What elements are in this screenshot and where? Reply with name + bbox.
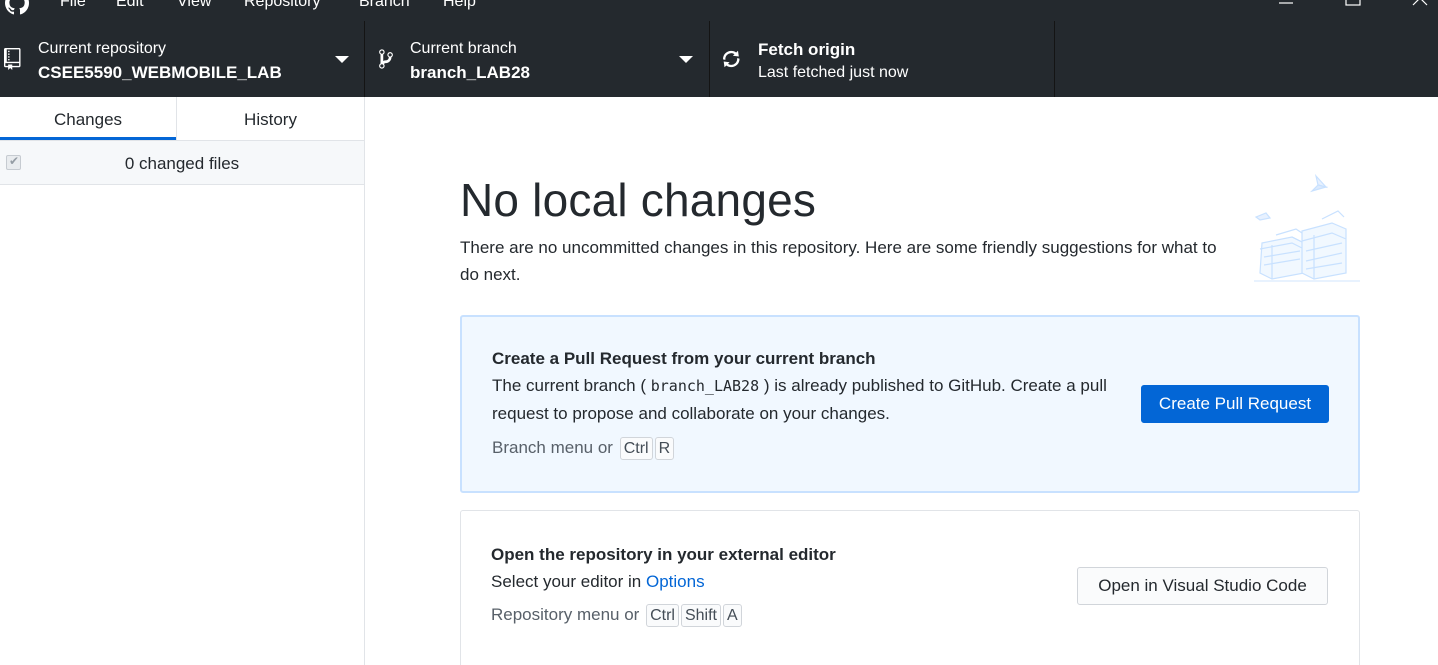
menu-view[interactable]: View — [177, 0, 211, 11]
open-in-vscode-button[interactable]: Open in Visual Studio Code — [1077, 567, 1328, 605]
kbd-ctrl: Ctrl — [619, 437, 653, 460]
changed-files-header: 0 changed files — [0, 141, 364, 185]
pull-request-card-body: The current branch ( branch_LAB28 ) is a… — [492, 372, 1122, 427]
editor-shortcut-hint: Repository menu or Ctrl Shift A — [491, 604, 742, 627]
current-repository-caption: Current repository — [38, 40, 167, 57]
current-branch-dropdown[interactable]: Current branch branch_LAB28 — [365, 21, 710, 97]
sidebar-tabs: Changes History — [0, 97, 364, 141]
fetch-origin-button[interactable]: Fetch origin Last fetched just now — [710, 21, 1055, 97]
current-branch-name: branch_LAB28 — [410, 63, 530, 82]
editor-body-pre: Select your editor in — [491, 572, 642, 591]
options-link[interactable]: Options — [646, 572, 705, 591]
pull-request-card-title: Create a Pull Request from your current … — [492, 349, 876, 368]
page-title: No local changes — [460, 174, 817, 226]
current-repository-name: CSEE5590_WEBMOBILE_LAB — [38, 63, 282, 82]
git-branch-icon — [379, 49, 393, 69]
menu-branch[interactable]: Branch — [359, 0, 410, 11]
kbd-r: R — [654, 437, 675, 460]
close-icon[interactable] — [1410, 0, 1430, 8]
empty-state-illustration — [1254, 173, 1360, 282]
tab-changes[interactable]: Changes — [0, 97, 176, 140]
create-pull-request-card: Create a Pull Request from your current … — [460, 315, 1360, 493]
kbd-a: A — [722, 604, 742, 627]
current-branch-caption: Current branch — [410, 40, 517, 57]
tab-history[interactable]: History — [177, 97, 364, 140]
menu-bar: File Edit View Repository Branch Help — [0, 0, 1438, 21]
toolbar: Current repository CSEE5590_WEBMOBILE_LA… — [0, 21, 1438, 97]
shortcut-hint-text: Branch menu or — [492, 438, 613, 457]
fetch-origin-title: Fetch origin — [758, 40, 856, 59]
github-logo-icon — [5, 0, 29, 15]
pull-request-shortcut-hint: Branch menu or Ctrl R — [492, 437, 675, 460]
pull-request-body-pre: The current branch ( — [492, 376, 647, 395]
editor-card-title: Open the repository in your external edi… — [491, 545, 836, 564]
menu-repository[interactable]: Repository — [244, 0, 320, 11]
sidebar: Changes History 0 changed files — [0, 97, 365, 665]
editor-card-body: Select your editor in Options — [491, 568, 1121, 595]
menu-help[interactable]: Help — [443, 0, 476, 11]
sync-icon — [723, 50, 740, 68]
kbd-ctrl: Ctrl — [646, 604, 679, 627]
create-pull-request-button[interactable]: Create Pull Request — [1141, 385, 1329, 423]
current-repository-dropdown[interactable]: Current repository CSEE5590_WEBMOBILE_LA… — [0, 21, 365, 97]
branch-name-code: branch_LAB28 — [650, 377, 760, 395]
shortcut-hint-text: Repository menu or — [491, 605, 640, 624]
last-fetched-status: Last fetched just now — [758, 64, 909, 81]
main-panel: No local changes There are no uncommitte… — [366, 97, 1438, 665]
changed-files-count: 0 changed files — [124, 154, 240, 173]
maximize-icon[interactable] — [1343, 0, 1363, 8]
kbd-shift: Shift — [680, 604, 721, 627]
minimize-icon[interactable] — [1276, 0, 1296, 8]
open-in-editor-card: Open the repository in your external edi… — [460, 510, 1360, 665]
menu-file[interactable]: File — [60, 0, 86, 11]
chevron-down-icon — [335, 56, 349, 63]
chevron-down-icon — [679, 56, 693, 63]
menu-edit[interactable]: Edit — [116, 0, 144, 11]
page-description: There are no uncommitted changes in this… — [460, 238, 1217, 284]
repository-icon — [4, 48, 21, 70]
